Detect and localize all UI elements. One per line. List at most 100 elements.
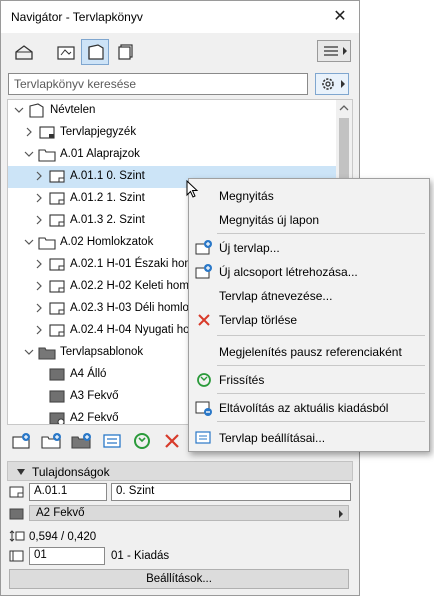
menu-item-label: Megnyitás új lapon bbox=[219, 213, 320, 227]
new-layout-icon[interactable] bbox=[11, 431, 33, 451]
layout-settings-icon[interactable] bbox=[101, 431, 123, 451]
refresh-icon bbox=[197, 373, 211, 387]
remove-from-issue-icon bbox=[195, 401, 212, 416]
menu-item-delete[interactable]: Tervlap törlése bbox=[189, 309, 429, 331]
master-icon bbox=[9, 508, 24, 520]
hamburger-icon bbox=[324, 46, 347, 56]
window-title: Navigátor - Tervlapkönyv bbox=[11, 10, 143, 24]
layout-id-field[interactable]: A.01.1 bbox=[29, 483, 107, 501]
menu-item-open-new-tab[interactable]: Megnyitás új lapon bbox=[189, 209, 429, 231]
menu-item-label: Tervlap beállításai... bbox=[219, 431, 326, 445]
layout-book-icon bbox=[88, 44, 104, 60]
menu-item-label: Tervlap törlése bbox=[219, 313, 298, 327]
layout-id-icon bbox=[9, 486, 24, 498]
menu-item-new-subset[interactable]: Új alcsoport létrehozása... bbox=[189, 261, 429, 283]
navigator-toolbar bbox=[1, 33, 359, 71]
chevron-right-icon bbox=[36, 215, 42, 225]
master-select[interactable]: A2 Fekvő bbox=[29, 505, 349, 521]
chevron-right-icon bbox=[36, 193, 42, 203]
project-map-button[interactable] bbox=[9, 39, 37, 65]
tree-label: A.02 Homlokzatok bbox=[60, 236, 154, 248]
search-options-button[interactable] bbox=[315, 73, 349, 95]
menu-item-label: Eltávolítás az aktuális kiadásból bbox=[219, 401, 389, 415]
menu-item-label: Új alcsoport létrehozása... bbox=[219, 265, 358, 279]
menu-item-label: Új tervlap... bbox=[219, 241, 280, 255]
menu-item-label: Tervlap átnevezése... bbox=[219, 289, 333, 303]
chevron-down-icon bbox=[24, 349, 34, 355]
tree-label: Névtelen bbox=[50, 104, 96, 116]
folder-icon bbox=[38, 149, 56, 162]
options-menu-button[interactable] bbox=[317, 40, 351, 62]
scroll-thumb[interactable] bbox=[339, 118, 349, 178]
properties-title: Tulajdonságok bbox=[32, 465, 110, 479]
new-layout-icon bbox=[195, 240, 212, 255]
menu-separator bbox=[217, 421, 425, 422]
layout-sheet-icon bbox=[49, 302, 65, 315]
revision-id-field[interactable]: 01 bbox=[29, 547, 105, 565]
tree-label: A4 Álló bbox=[70, 368, 107, 380]
menu-item-show-as-reference[interactable]: Megjelenítés pausz referenciaként bbox=[189, 341, 429, 363]
tree-label: A.01 Alaprajzok bbox=[60, 148, 140, 160]
tree-label: A3 Fekvő bbox=[70, 390, 119, 402]
tree-item[interactable]: Tervlapjegyzék bbox=[8, 122, 338, 144]
view-map-icon bbox=[57, 46, 75, 60]
menu-item-label: Megnyitás bbox=[219, 189, 274, 203]
menu-item-label: Frissítés bbox=[219, 373, 265, 387]
scroll-up-icon[interactable] bbox=[336, 100, 352, 116]
layout-sheet-icon bbox=[49, 170, 65, 183]
chevron-right-icon bbox=[36, 259, 42, 269]
menu-item-open[interactable]: Megnyitás bbox=[189, 185, 429, 207]
gear-icon bbox=[322, 78, 345, 90]
tree-root[interactable]: Névtelen bbox=[8, 100, 338, 122]
chevron-right-icon bbox=[339, 510, 343, 518]
settings-button[interactable]: Beállítások... bbox=[9, 569, 349, 589]
menu-separator bbox=[217, 335, 425, 336]
tree-label: A.02.1 H-01 Északi homl bbox=[70, 258, 197, 270]
layout-size-value: 0,594 / 0,420 bbox=[29, 531, 97, 543]
revision-icon bbox=[9, 550, 24, 562]
chevron-right-icon bbox=[36, 281, 42, 291]
refresh-icon[interactable] bbox=[131, 431, 153, 451]
menu-separator bbox=[217, 233, 425, 234]
chevron-down-icon bbox=[24, 239, 34, 245]
context-menu: Megnyitás Megnyitás új lapon Új tervlap.… bbox=[188, 178, 430, 452]
layout-settings-icon bbox=[195, 431, 211, 444]
menu-item-remove-from-issue[interactable]: Eltávolítás az aktuális kiadásból bbox=[189, 397, 429, 419]
new-subset-icon bbox=[195, 264, 212, 279]
layout-book-button[interactable] bbox=[81, 39, 109, 65]
chevron-right-icon bbox=[26, 127, 32, 137]
delete-icon[interactable] bbox=[161, 431, 183, 451]
tree-label: Tervlapsablonok bbox=[60, 346, 144, 358]
new-master-icon[interactable] bbox=[71, 431, 93, 451]
layout-book-icon bbox=[29, 103, 44, 118]
menu-separator bbox=[217, 393, 425, 394]
chevron-down-icon bbox=[14, 107, 24, 113]
chevron-down-icon bbox=[24, 151, 34, 157]
menu-item-refresh[interactable]: Frissítés bbox=[189, 369, 429, 391]
search-row bbox=[1, 73, 359, 97]
tree-item[interactable]: A.01 Alaprajzok bbox=[8, 144, 338, 166]
publisher-sets-button[interactable] bbox=[111, 39, 139, 65]
view-map-button[interactable] bbox=[51, 39, 79, 65]
new-subset-icon[interactable] bbox=[41, 431, 63, 451]
menu-separator bbox=[217, 365, 425, 366]
close-button[interactable]: ✕ bbox=[329, 6, 351, 28]
chevron-right-icon bbox=[36, 325, 42, 335]
master-layout-icon bbox=[49, 390, 65, 403]
menu-item-new-sheet[interactable]: Új tervlap... bbox=[189, 237, 429, 259]
menu-item-rename[interactable]: Tervlap átnevezése... bbox=[189, 285, 429, 307]
master-select-value: A2 Fekvő bbox=[36, 507, 85, 519]
layout-name-field[interactable]: 0. Szint bbox=[111, 483, 351, 501]
tree-label: A.02.3 H-03 Déli homlo bbox=[70, 302, 189, 314]
tree-label: A.01.3 2. Szint bbox=[70, 214, 145, 226]
tree-label: A.01.1 0. Szint bbox=[70, 170, 145, 182]
house-icon bbox=[15, 45, 33, 60]
menu-item-settings[interactable]: Tervlap beállításai... bbox=[189, 427, 429, 449]
properties-header[interactable]: Tulajdonságok bbox=[7, 461, 353, 481]
master-layout-icon bbox=[49, 368, 65, 381]
tree-label: A2 Fekvő bbox=[70, 412, 119, 424]
tree-label: Tervlapjegyzék bbox=[60, 126, 137, 138]
folder-icon bbox=[38, 237, 56, 250]
search-input[interactable] bbox=[8, 73, 308, 95]
tree-label: A.02.4 H-04 Nyugati ho bbox=[70, 324, 190, 336]
